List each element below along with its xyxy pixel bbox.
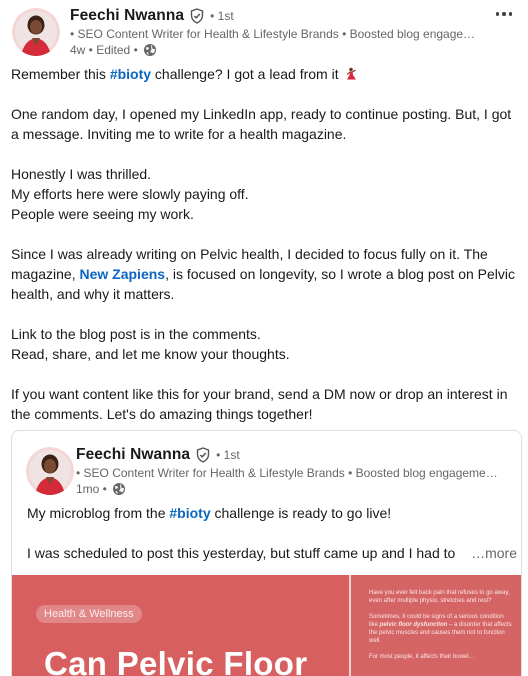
blog-side-paragraph-3: For most people, it affects their bowel… xyxy=(369,654,475,660)
name-line: Feechi Nwanna • 1st xyxy=(76,445,516,465)
author-block: Feechi Nwanna • 1st • SEO Content Writer… xyxy=(70,6,490,58)
reshared-post-card[interactable]: Feechi Nwanna • 1st • SEO Content Writer… xyxy=(11,430,522,676)
verified-shield-icon xyxy=(189,8,205,24)
reshared-author-name[interactable]: Feechi Nwanna xyxy=(76,446,190,464)
post-time: 4w • Edited • xyxy=(70,43,138,57)
text-run: Remember this xyxy=(11,66,110,82)
paragraph-4: Since I was already writing on Pelvic he… xyxy=(11,244,517,304)
category-tag: Health & Wellness xyxy=(36,605,142,623)
blog-side-paragraph-2: Sometimes, it could be signs of a seriou… xyxy=(369,613,513,645)
blog-side-paragraph-1: Have you ever felt back pain that refuse… xyxy=(369,590,510,604)
hashtag-bioty[interactable]: #bioty xyxy=(169,505,210,521)
paragraph-1: Remember this #bioty challenge? I got a … xyxy=(11,64,517,84)
reshared-post-meta: 1mo • xyxy=(76,481,516,497)
author-avatar[interactable] xyxy=(12,8,60,56)
post-body: Remember this #bioty challenge? I got a … xyxy=(11,64,517,424)
paragraph-3-line-3: People were seeing my work. xyxy=(11,206,194,222)
blog-text-panel: Have you ever felt back pain that refuse… xyxy=(351,575,521,676)
paragraph-5-line-1: Link to the blog post is in the comments… xyxy=(11,326,261,342)
reshared-post-text: My microblog from the #bioty challenge i… xyxy=(27,503,517,563)
mention-new-zapiens[interactable]: New Zapiens xyxy=(79,266,165,282)
name-line: Feechi Nwanna • 1st xyxy=(70,6,490,26)
paragraph-3-line-2: My efforts here were slowly paying off. xyxy=(11,186,249,202)
globe-icon xyxy=(143,43,157,57)
blog-cover-panel: Health & Wellness Can Pelvic Floor xyxy=(12,575,349,676)
more-options-icon[interactable] xyxy=(492,6,516,22)
reshared-author-avatar[interactable] xyxy=(26,447,74,495)
verified-shield-icon xyxy=(195,447,211,463)
paragraph-2: One random day, I opened my LinkedIn app… xyxy=(11,106,512,142)
see-more-link[interactable]: …more xyxy=(471,543,517,563)
author-name[interactable]: Feechi Nwanna xyxy=(70,7,184,25)
blog-preview-image[interactable]: Health & Wellness Can Pelvic Floor Have … xyxy=(12,575,521,676)
globe-icon xyxy=(112,482,126,496)
paragraph-3-line-1: Honestly I was thrilled. xyxy=(11,166,152,182)
reshared-author-block: Feechi Nwanna • 1st • SEO Content Writer… xyxy=(76,445,516,497)
post-meta: 4w • Edited • xyxy=(70,42,490,58)
text-run: My microblog from the xyxy=(27,505,170,521)
hashtag-bioty[interactable]: #bioty xyxy=(110,66,151,82)
author-headline: • SEO Content Writer for Health & Lifest… xyxy=(70,27,476,41)
reshared-line-1: My microblog from the #bioty challenge i… xyxy=(27,503,517,523)
post-header: Feechi Nwanna • 1st • SEO Content Writer… xyxy=(12,6,518,58)
connection-degree: • 1st xyxy=(216,448,240,462)
paragraph-6: If you want content like this for your b… xyxy=(11,386,508,422)
paragraph-5-line-2: Read, share, and let me know your though… xyxy=(11,346,290,362)
text-run: challenge? I got a lead from it xyxy=(151,66,343,82)
text-run: challenge is ready to go live! xyxy=(210,505,392,521)
reshared-post-header: Feechi Nwanna • 1st • SEO Content Writer… xyxy=(26,443,516,499)
connection-degree: • 1st xyxy=(210,9,234,23)
blog-cover-title: Can Pelvic Floor xyxy=(44,645,308,676)
reshared-line-2: I was scheduled to post this yesterday, … xyxy=(27,543,517,563)
text-run: I was scheduled to post this yesterday, … xyxy=(27,545,456,561)
emphasis: pelvic floor dysfunction xyxy=(379,622,448,628)
reshared-post-time: 1mo • xyxy=(76,482,107,496)
reshared-author-headline: • SEO Content Writer for Health & Lifest… xyxy=(76,466,498,480)
dancer-emoji-icon xyxy=(343,66,357,80)
